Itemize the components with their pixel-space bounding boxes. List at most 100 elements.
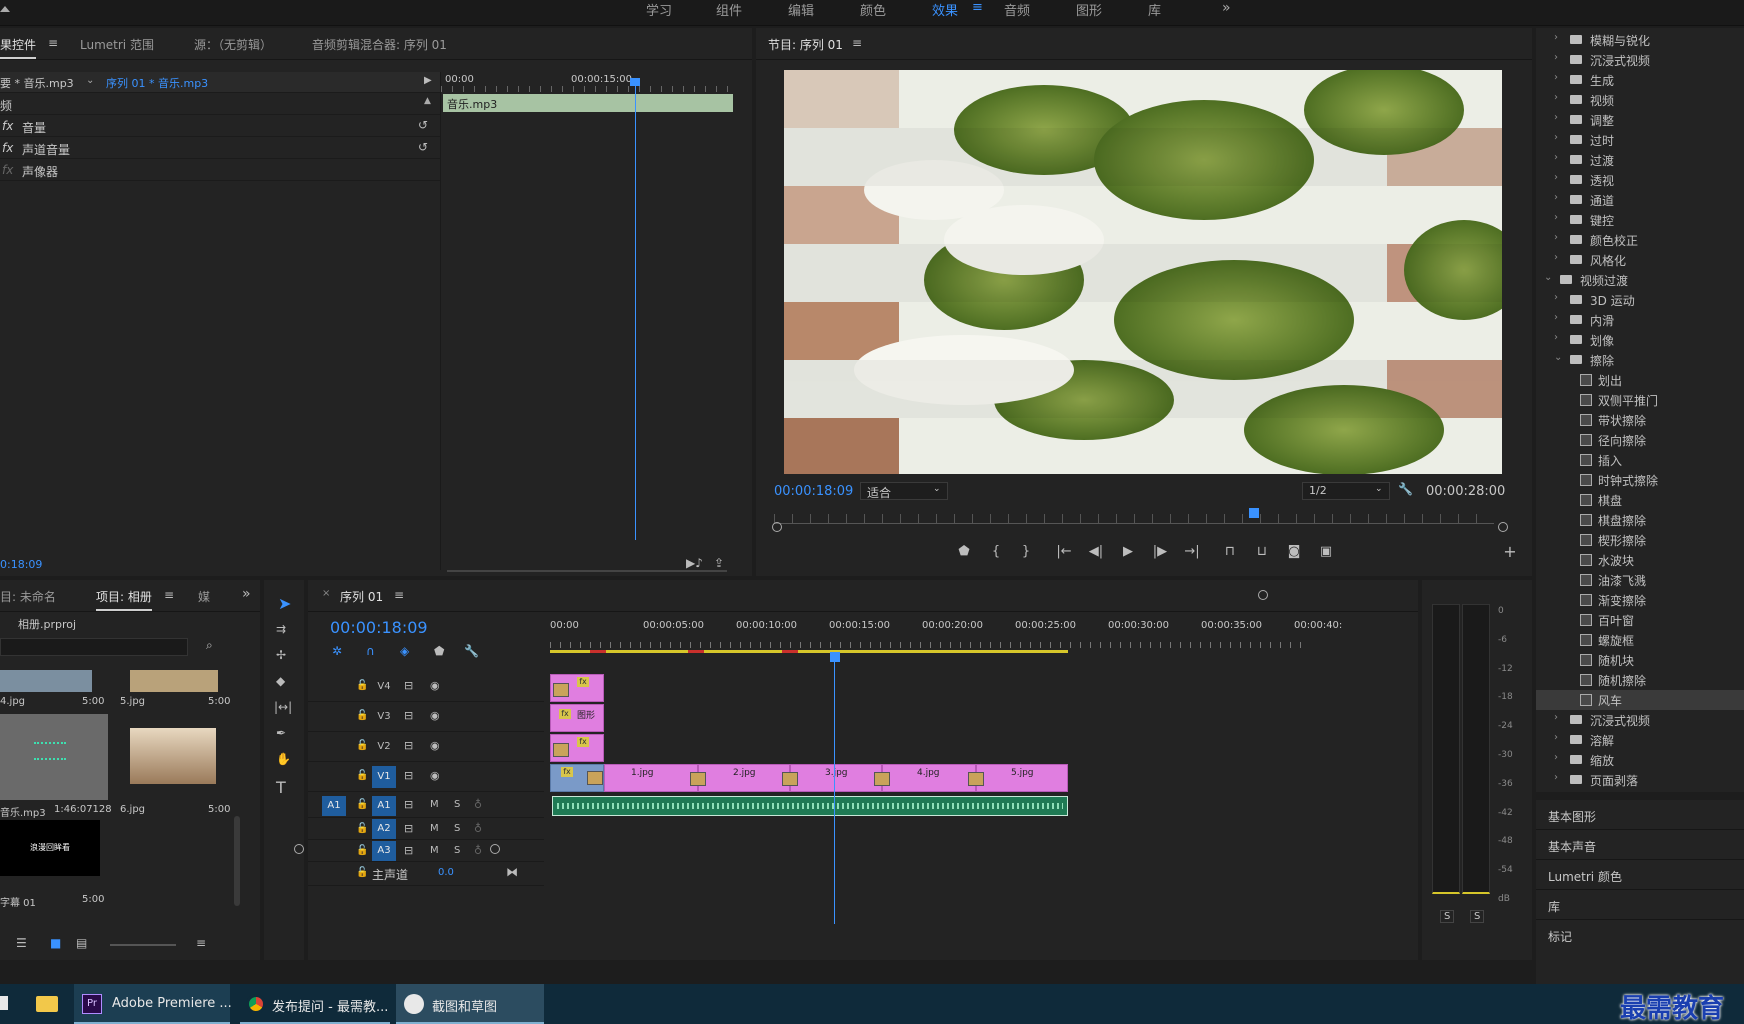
effects-tree-item[interactable]: › 沉浸式视频	[1536, 710, 1744, 730]
sync-lock-icon[interactable]: ⊟	[404, 769, 413, 782]
effects-tree-item[interactable]: 油漆飞溅	[1536, 570, 1744, 590]
effects-tree-item[interactable]: › 沉浸式视频	[1536, 50, 1744, 70]
microphone-icon[interactable]: ♁	[474, 822, 482, 835]
chevron-icon[interactable]: ›	[1554, 172, 1558, 183]
go-to-in-icon[interactable]: |←	[1052, 544, 1076, 559]
panel-menu-icon[interactable]: ≡	[852, 36, 862, 50]
taskbar-snip[interactable]: 截图和草图	[396, 984, 544, 1024]
effect-row-channel-volume[interactable]: fx 声道音量 ↺	[0, 138, 440, 159]
magnet-icon[interactable]: ∩	[366, 644, 375, 658]
sync-lock-icon[interactable]: ⊟	[404, 844, 413, 857]
lock-icon[interactable]: 🔓	[356, 845, 368, 856]
workspace-tab-7[interactable]: 库	[1148, 0, 1161, 19]
chevron-icon[interactable]: ›	[1554, 192, 1558, 203]
project-search[interactable]	[0, 638, 188, 656]
effects-tree-item[interactable]: ⌄ 视频过渡	[1536, 270, 1744, 290]
solo-button[interactable]: S	[454, 799, 460, 810]
sync-lock-icon[interactable]: ⊟	[404, 739, 413, 752]
effects-tree-item[interactable]: 划出	[1536, 370, 1744, 390]
step-back-icon[interactable]: ◀|	[1084, 544, 1108, 559]
home-icon[interactable]	[0, 0, 10, 12]
clip-v1-2[interactable]: 2.jpg	[698, 764, 790, 792]
play-icon[interactable]: ▶	[1116, 544, 1140, 559]
scroll-handle-left[interactable]	[294, 844, 304, 854]
effects-tree-item[interactable]: 螺旋框	[1536, 630, 1744, 650]
effects-tree-item[interactable]: › 过渡	[1536, 150, 1744, 170]
scrubber-end[interactable]	[1498, 522, 1508, 532]
microphone-icon[interactable]: ♁	[474, 798, 482, 811]
chevron-icon[interactable]: ›	[1554, 212, 1558, 223]
effects-tree-item[interactable]: › 视频	[1536, 90, 1744, 110]
effects-tree-item[interactable]: 径向擦除	[1536, 430, 1744, 450]
project-thumb-4[interactable]	[0, 670, 92, 692]
effects-tree-item[interactable]: › 风格化	[1536, 250, 1744, 270]
chevron-icon[interactable]: ›	[1554, 752, 1558, 763]
file-explorer-icon[interactable]	[36, 996, 58, 1012]
lock-icon[interactable]: 🔓	[356, 867, 368, 878]
close-icon[interactable]: ×	[322, 588, 330, 599]
workspace-tab-4[interactable]: 效果	[932, 0, 958, 19]
hand-tool-icon[interactable]: ✋	[276, 752, 291, 766]
panel-essential-graphics[interactable]: 基本图形	[1536, 800, 1744, 830]
workspace-menu-icon[interactable]: ≡	[972, 0, 983, 15]
solo-button[interactable]: S	[454, 845, 460, 856]
extract-icon[interactable]: ⊔	[1250, 544, 1274, 559]
timeline-ruler[interactable]: 00:00 00:00:05:00 00:00:10:00 00:00:15:00 00…	[550, 620, 1342, 660]
project-thumb-caption[interactable]: 浪漫回眸看	[0, 820, 100, 876]
mute-button[interactable]: M	[430, 823, 439, 834]
transition-thumb[interactable]	[968, 772, 984, 786]
timeline-playhead-handle[interactable]	[830, 652, 840, 662]
project-thumb-6[interactable]	[130, 728, 216, 784]
workspace-tab-0[interactable]: 学习	[646, 0, 672, 19]
sequence-label[interactable]: 序列 01 * 音乐.mp3	[106, 75, 208, 91]
add-marker-icon[interactable]: ⬟	[952, 544, 976, 559]
taskbar-premiere[interactable]: Pr Adobe Premiere ...	[74, 984, 232, 1024]
effects-tree-item[interactable]: 插入	[1536, 450, 1744, 470]
icon-view-icon[interactable]: ■	[50, 936, 61, 950]
effects-tree-item[interactable]: › 页面剥落	[1536, 770, 1744, 790]
chevron-icon[interactable]: ›	[1554, 712, 1558, 723]
project-item-music[interactable]	[0, 714, 108, 800]
ripple-edit-tool-icon[interactable]: ✢	[276, 648, 286, 662]
play-audio-icon[interactable]: ▶♪	[686, 556, 703, 570]
add-button-icon[interactable]: +	[1498, 542, 1522, 561]
vscroll-handle-top[interactable]	[1258, 590, 1268, 600]
mute-button[interactable]: M	[430, 799, 439, 810]
master-end-icon[interactable]: ⧓	[506, 865, 518, 879]
effect-row-volume[interactable]: fx 音量 ↺	[0, 116, 440, 137]
timeline-scrollbar[interactable]	[296, 848, 496, 850]
effects-tree-item[interactable]: 渐变擦除	[1536, 590, 1744, 610]
play-only-icon[interactable]: ▶	[424, 75, 432, 86]
effects-tree-item[interactable]: 随机块	[1536, 650, 1744, 670]
razor-tool-icon[interactable]: ◆	[276, 674, 285, 688]
mark-out-icon[interactable]: }	[1014, 544, 1038, 559]
sync-lock-icon[interactable]: ⊟	[404, 822, 413, 835]
effects-tree-item[interactable]: 楔形擦除	[1536, 530, 1744, 550]
lock-icon[interactable]: 🔓	[356, 770, 368, 781]
lock-icon[interactable]: 🔓	[356, 823, 368, 834]
effects-tree-item[interactable]: › 过时	[1536, 130, 1744, 150]
chevron-icon[interactable]: ›	[1554, 92, 1558, 103]
lift-icon[interactable]: ⊓	[1218, 544, 1242, 559]
playhead[interactable]	[635, 80, 636, 540]
linked-selection-icon[interactable]: ◈	[400, 644, 409, 658]
clip-v2[interactable]: fx	[550, 734, 604, 762]
effects-tree-item[interactable]: › 模糊与锐化	[1536, 30, 1744, 50]
project-scrollbar[interactable]	[234, 816, 240, 906]
program-title[interactable]: 节目: 序列 01	[768, 36, 843, 53]
scroll-handle-right[interactable]	[490, 844, 500, 854]
panel-libraries[interactable]: 库	[1536, 890, 1744, 920]
chevron-icon[interactable]: ›	[1554, 732, 1558, 743]
solo-left-button[interactable]: S	[1440, 910, 1455, 923]
effects-tree-item[interactable]: › 颜色校正	[1536, 230, 1744, 250]
track-select-tool-icon[interactable]: ⇉	[276, 622, 286, 636]
pen-tool-icon[interactable]: ✒	[276, 726, 286, 740]
zoom-scrollbar[interactable]	[447, 570, 727, 572]
program-playhead[interactable]	[1249, 508, 1259, 518]
effects-tree-item[interactable]: 风车	[1536, 690, 1744, 710]
selection-tool-icon[interactable]: ➤	[278, 594, 291, 613]
settings-wrench-icon[interactable]: 🔧	[464, 644, 479, 658]
windows-start-icon[interactable]	[0, 996, 8, 1010]
tab-lumetri-scopes[interactable]: Lumetri 范围	[80, 36, 154, 53]
marker-icon[interactable]: ⬟	[434, 644, 444, 658]
